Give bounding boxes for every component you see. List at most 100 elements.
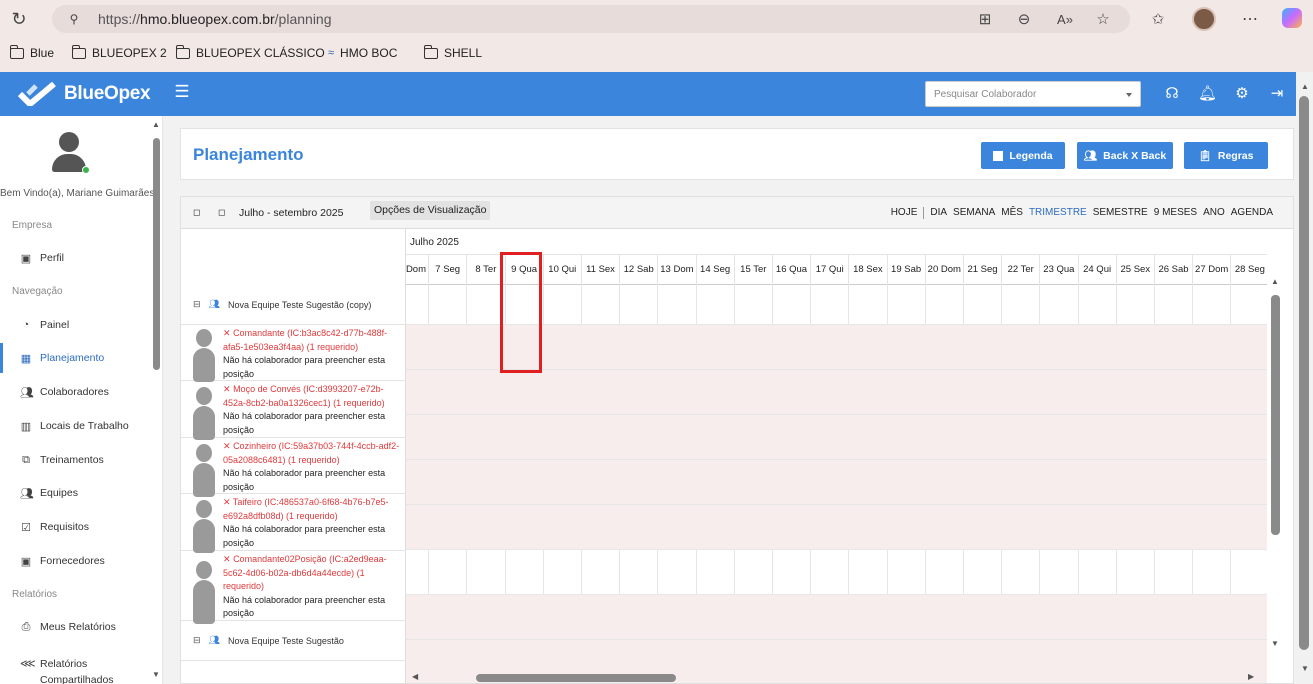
timeline-row[interactable] [406, 370, 1267, 415]
search-collaborator-select[interactable]: Pesquisar Colaborador [925, 81, 1141, 107]
collapse-icon[interactable]: ⊟ [193, 299, 201, 310]
bookmark-blueopex-classico[interactable]: BLUEOPEX CLÁSSICO [176, 44, 325, 60]
bookmark-blue[interactable]: Blue [10, 44, 54, 60]
apps-icon[interactable]: ⊞ [976, 10, 994, 28]
day-column-header[interactable]: 18 Sex [848, 255, 886, 285]
day-column-header[interactable]: 10 Qui [542, 255, 581, 285]
headset-icon[interactable]: ☊ [1163, 84, 1181, 102]
view-dia[interactable]: DIA [930, 207, 947, 219]
view-options-button[interactable]: Opções de Visualização [370, 201, 491, 220]
scroll-up-icon[interactable]: ▲ [1301, 82, 1309, 91]
day-column-header[interactable]: 8 Ter [466, 255, 504, 285]
grid-vscroll-thumb[interactable] [1271, 295, 1280, 535]
logout-icon[interactable]: ⇥ [1268, 84, 1286, 102]
rules-button[interactable]: 📋︎ Regras [1184, 142, 1268, 169]
copilot-icon[interactable] [1282, 8, 1302, 28]
hamburger-menu-icon[interactable]: ☰ [173, 82, 191, 102]
scroll-right-icon[interactable]: ▶ [1248, 672, 1254, 681]
page-scrollbar[interactable]: ▲ ▼ [1296, 72, 1313, 684]
view-9-meses[interactable]: 9 MESES [1154, 207, 1197, 219]
day-column-header[interactable]: 16 Qua [772, 255, 810, 285]
remove-icon[interactable]: ✕ [223, 497, 231, 507]
position-row[interactable]: ✕ Cozinheiro (IC:59a37b03-744f-4ccb-adf2… [181, 438, 406, 497]
day-column-header[interactable]: Dom [406, 255, 428, 285]
scroll-left-icon[interactable]: ◀ [412, 672, 418, 681]
sidebar-item-painel[interactable]: ◔ Painel [0, 310, 150, 340]
sidebar-item-planejamento[interactable]: ▦ Planejamento [0, 343, 150, 373]
timeline-row[interactable] [406, 550, 1267, 595]
bookmark-blueopex2[interactable]: BLUEOPEX 2 [72, 44, 167, 60]
day-column-header[interactable]: 7 Seg [428, 255, 466, 285]
grid-vertical-scrollbar[interactable]: ▲ ▼ [1267, 277, 1285, 653]
bell-icon[interactable]: 🔔︎ [1198, 84, 1217, 102]
position-row[interactable]: ✕ Taifeiro (IC:486537a0-6f68-4b76-b7e5-e… [181, 494, 406, 553]
bookmark-shell[interactable]: SHELL [424, 44, 482, 60]
timeline-row[interactable] [406, 460, 1267, 505]
view-trimestre[interactable]: TRIMESTRE [1029, 207, 1087, 219]
timeline-row[interactable] [406, 415, 1267, 460]
day-column-header[interactable]: 14 Seg [695, 255, 734, 285]
day-column-header[interactable]: 21 Seg [963, 255, 1001, 285]
day-column-header[interactable]: 23 Qua [1039, 255, 1077, 285]
sidebar-item-equipes[interactable]: 👥︎ Equipes [0, 478, 150, 508]
favorite-star-icon[interactable]: ☆ [1094, 10, 1112, 28]
zoom-icon[interactable]: ⊖ [1015, 10, 1033, 28]
day-column-header[interactable]: 17 Qui [810, 255, 848, 285]
favorites-icon[interactable]: ✩ [1148, 9, 1168, 29]
day-column-header[interactable]: 25 Sex [1115, 255, 1154, 285]
address-bar[interactable]: ⚲ https://hmo.blueopex.com.br/planning ⊞… [52, 5, 1130, 33]
day-column-header[interactable]: 15 Ter [733, 255, 772, 285]
position-row[interactable]: ✕ Moço de Convés (IC:d3993207-e72b-452a-… [181, 381, 406, 440]
team-row[interactable]: ⊟ 👥︎ Nova Equipe Teste Sugestão (copy) [181, 285, 406, 325]
scroll-down-icon[interactable]: ▼ [152, 670, 160, 679]
scroll-down-icon[interactable]: ▼ [1301, 664, 1309, 673]
scroll-up-icon[interactable]: ▲ [1271, 277, 1279, 286]
timeline-row[interactable] [406, 595, 1267, 640]
day-column-header[interactable]: 27 Dom [1192, 255, 1230, 285]
bookmark-hmo-boc[interactable]: ≈ HMO BOC [328, 46, 397, 60]
day-column-header[interactable]: 20 Dom [924, 255, 963, 285]
sidebar-item-requisitos[interactable]: ☑ Requisitos [0, 512, 150, 542]
day-column-header[interactable]: 24 Qui [1077, 255, 1116, 285]
user-avatar[interactable] [49, 132, 90, 176]
scroll-down-icon[interactable]: ▼ [1271, 639, 1279, 648]
site-info-icon[interactable]: ⚲ [66, 11, 82, 27]
view-ano[interactable]: ANO [1203, 207, 1225, 219]
remove-icon[interactable]: ✕ [223, 384, 231, 394]
grid-hscroll-thumb[interactable] [476, 674, 676, 682]
view-mes[interactable]: MÊS [1001, 207, 1023, 219]
sidebar-scrollbar[interactable]: ▲ ▼ [151, 120, 161, 684]
sidebar-item-relatorios-compartilhados[interactable]: ⋘ Relatórios Compartilhados [0, 646, 150, 684]
view-semestre[interactable]: SEMESTRE [1093, 207, 1148, 219]
sidebar-item-locais[interactable]: ▥ Locais de Trabalho [0, 411, 150, 441]
remove-icon[interactable]: ✕ [223, 554, 231, 564]
next-icon[interactable]: ◻ [218, 207, 225, 218]
sidebar-item-treinamentos[interactable]: ⧉ Treinamentos [0, 445, 150, 475]
day-column-header[interactable]: 13 Dom [657, 255, 695, 285]
sidebar-scrollbar-thumb[interactable] [153, 138, 160, 370]
sidebar-item-perfil[interactable]: ▣ Perfil [0, 243, 150, 273]
back-x-back-button[interactable]: 👥︎ Back X Back [1077, 142, 1173, 169]
view-agenda[interactable]: AGENDA [1231, 207, 1273, 219]
sidebar-item-meus-relatorios[interactable]: ⎙ Meus Relatórios [0, 612, 150, 642]
position-row[interactable]: ✕ Comandante (IC:b3ac8c42-d77b-488f-afa5… [181, 325, 406, 382]
legend-button[interactable]: Legenda [981, 142, 1065, 169]
logo[interactable]: BlueOpex [18, 82, 151, 106]
remove-icon[interactable]: ✕ [223, 441, 231, 451]
sidebar-item-fornecedores[interactable]: ▣ Fornecedores [0, 546, 150, 576]
team-row[interactable]: ⊟ 👥︎ Nova Equipe Teste Sugestão [181, 621, 406, 661]
read-aloud-icon[interactable]: A» [1054, 10, 1076, 28]
reload-icon[interactable]: ↻ [8, 8, 30, 30]
gear-icon[interactable]: ⚙ [1233, 84, 1251, 102]
position-row[interactable]: ✕ Comandante02Posição (IC:a2ed9eaa-5c62-… [181, 551, 406, 624]
scroll-up-icon[interactable]: ▲ [152, 120, 160, 129]
day-column-header[interactable]: 12 Sab [619, 255, 657, 285]
profile-avatar[interactable] [1192, 7, 1216, 31]
more-menu-icon[interactable]: ⋯ [1240, 9, 1260, 29]
remove-icon[interactable]: ✕ [223, 328, 231, 338]
timeline-row[interactable] [406, 505, 1267, 550]
collapse-icon[interactable]: ⊟ [193, 635, 201, 646]
day-column-header[interactable]: 19 Sab [886, 255, 925, 285]
prev-icon[interactable]: ◻ [193, 207, 200, 218]
date-range[interactable]: Julho - setembro 2025 [239, 207, 343, 219]
